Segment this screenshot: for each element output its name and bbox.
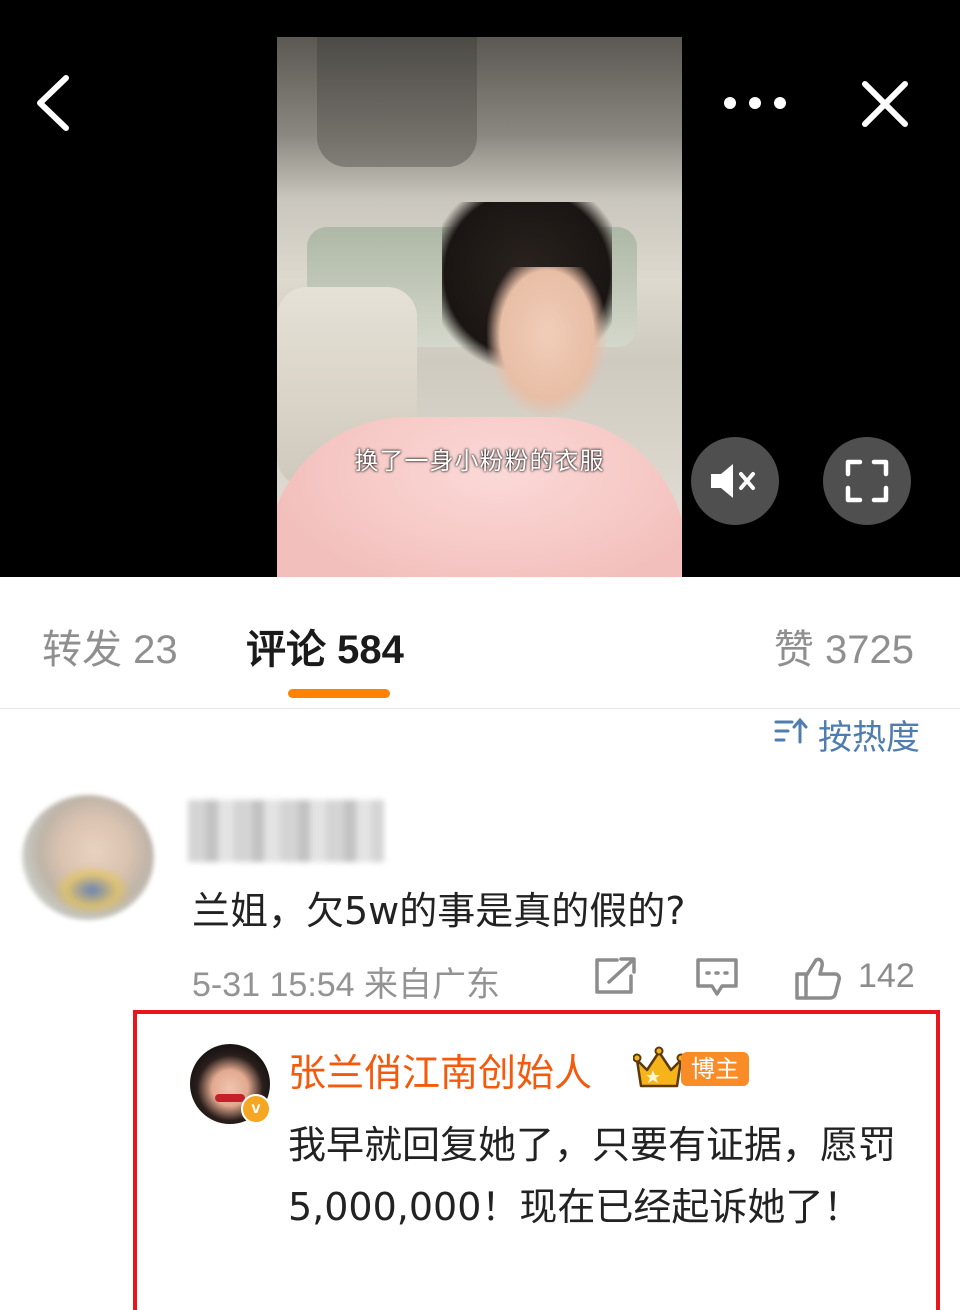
- video-scene-roof: [317, 37, 477, 167]
- video-scene-face: [487, 267, 607, 417]
- video-caption: 换了一身小粉粉的衣服: [354, 447, 605, 475]
- video-frame[interactable]: 换了一身小粉粉的衣服: [277, 37, 682, 577]
- sort-icon: [774, 715, 808, 754]
- crown-icon: [632, 1046, 686, 1094]
- like-count: 142: [858, 957, 915, 995]
- close-icon[interactable]: [857, 76, 913, 132]
- chevron-left-icon[interactable]: [30, 70, 80, 136]
- sort-label: 按热度: [818, 719, 920, 757]
- tab-likes[interactable]: 赞 3725: [774, 617, 914, 675]
- speaker-muted-icon[interactable]: [691, 437, 779, 525]
- thumbs-up-icon[interactable]: [794, 956, 842, 1006]
- comment-meta: 5-31 15:54 来自广东: [192, 966, 501, 1004]
- comment-icon[interactable]: [694, 956, 740, 1002]
- tab-comments[interactable]: 评论 584: [246, 617, 404, 675]
- username-redacted: [188, 800, 384, 862]
- blogger-badge: 博主: [681, 1052, 749, 1086]
- tab-repost[interactable]: 转发 23: [42, 617, 178, 675]
- tab-bar: 转发 23 评论 584 赞 3725: [0, 577, 960, 709]
- fullscreen-icon[interactable]: [823, 437, 911, 525]
- verified-badge: v: [241, 1094, 271, 1124]
- share-icon[interactable]: [593, 956, 637, 1000]
- active-tab-indicator: [288, 689, 390, 698]
- avatar[interactable]: [22, 795, 154, 920]
- sort-button[interactable]: 按热度: [774, 710, 920, 759]
- more-dots-icon[interactable]: [720, 88, 790, 118]
- comment-text: 兰姐，欠5w的事是真的假的?: [192, 889, 686, 933]
- video-player[interactable]: 换了一身小粉粉的衣服: [0, 0, 960, 577]
- reply-text: 我早就回复她了，只要有证据，愿罚5,000,000！现在已经起诉她了！: [288, 1123, 897, 1229]
- reply-username[interactable]: 张兰俏江南创始人: [288, 1042, 592, 1097]
